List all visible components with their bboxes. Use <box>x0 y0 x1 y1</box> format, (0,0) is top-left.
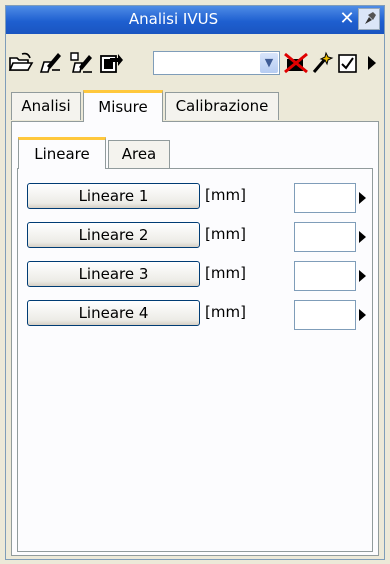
delete-icon[interactable] <box>283 50 309 76</box>
edit-icon[interactable] <box>38 50 64 76</box>
lineare-4-button[interactable]: Lineare 4 <box>27 300 200 326</box>
chevron-down-icon[interactable]: ▼ <box>260 53 278 73</box>
tab-analisi[interactable]: Analisi <box>11 92 81 120</box>
overflow-arrow-icon[interactable] <box>362 50 382 76</box>
wand-icon[interactable] <box>310 50 336 76</box>
toolbar-combobox[interactable]: ▼ <box>153 51 280 75</box>
lineare-2-button[interactable]: Lineare 2 <box>27 222 200 248</box>
tab-misure[interactable]: Misure <box>83 90 163 122</box>
subtab-lineare[interactable]: Lineare <box>18 137 106 169</box>
close-icon[interactable]: ✕ <box>338 9 356 29</box>
export-icon[interactable] <box>98 50 124 76</box>
analisi-ivus-window: Analisi IVUS ✕ ▼ Analisi Misure Calibraz… <box>5 5 385 560</box>
measurement-row: Lineare 2 [mm] <box>18 222 372 252</box>
pin-icon[interactable] <box>358 8 380 30</box>
arrow-right-icon[interactable] <box>359 192 366 204</box>
misure-panel: Lineare Area Lineare 1 [mm] Lineare 2 [m… <box>11 121 379 556</box>
arrow-right-icon[interactable] <box>359 270 366 282</box>
lineare-1-button[interactable]: Lineare 1 <box>27 183 200 209</box>
tab-calibrazione[interactable]: Calibrazione <box>165 92 279 120</box>
measurement-row: Lineare 3 [mm] <box>18 261 372 291</box>
lineare-3-value-field[interactable] <box>294 261 356 291</box>
open-folder-icon[interactable] <box>8 50 34 76</box>
lineare-1-value-field[interactable] <box>294 183 356 213</box>
unit-label: [mm] <box>205 186 246 204</box>
title-bar[interactable]: Analisi IVUS ✕ <box>6 6 384 34</box>
measurement-row: Lineare 4 [mm] <box>18 300 372 330</box>
main-tabs: Analisi Misure Calibrazione <box>6 90 384 122</box>
unit-label: [mm] <box>205 225 246 243</box>
edit-multi-icon[interactable] <box>68 50 94 76</box>
window-title: Analisi IVUS <box>128 10 219 28</box>
lineare-2-value-field[interactable] <box>294 222 356 252</box>
unit-label: [mm] <box>205 264 246 282</box>
measurement-row: Lineare 1 [mm] <box>18 183 372 213</box>
subtab-area[interactable]: Area <box>108 140 170 168</box>
lineare-4-value-field[interactable] <box>294 300 356 330</box>
unit-label: [mm] <box>205 303 246 321</box>
lineare-panel: Lineare 1 [mm] Lineare 2 [mm] Lineare 3 … <box>17 168 373 552</box>
arrow-right-icon[interactable] <box>359 231 366 243</box>
arrow-right-icon[interactable] <box>359 309 366 321</box>
toolbar: ▼ <box>6 36 384 86</box>
checkbox-icon[interactable] <box>336 50 362 76</box>
lineare-3-button[interactable]: Lineare 3 <box>27 261 200 287</box>
